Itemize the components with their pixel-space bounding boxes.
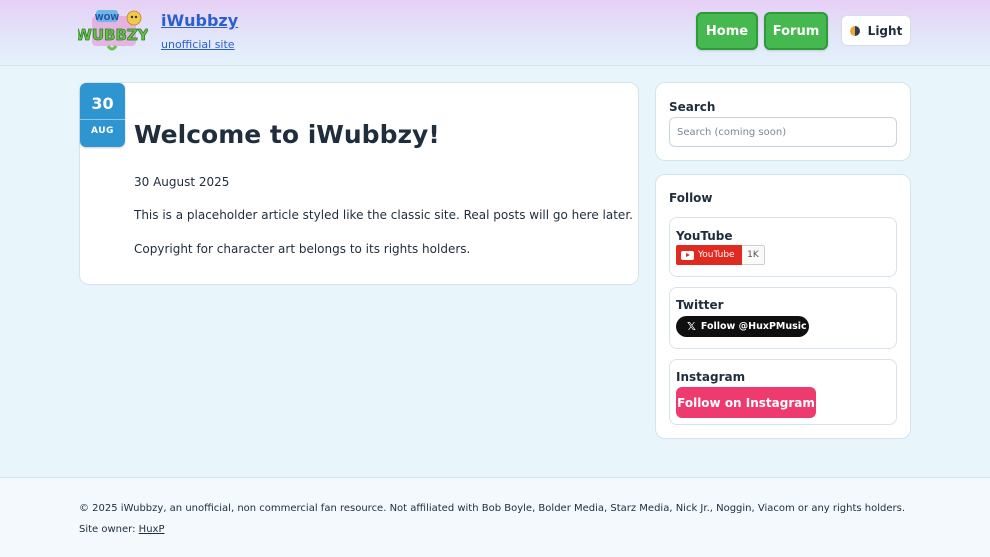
footer-owner-label: Site owner:: [79, 524, 136, 535]
youtube-subscriber-count: 1K: [742, 245, 765, 265]
site-footer: © 2025 iWubbzy, an unofficial, non comme…: [0, 477, 990, 557]
footer-owner: Site owner: HuxP: [79, 524, 164, 535]
article-title: Welcome to iWubbzy!: [134, 120, 440, 149]
search-heading: Search: [669, 100, 716, 114]
nav-home-button[interactable]: Home: [696, 12, 758, 50]
twitter-follow-button[interactable]: 𝕏 Follow @HuxPMusic: [676, 316, 809, 337]
theme-toggle-label: Light: [867, 23, 903, 38]
wubbzy-logo-icon[interactable]: WOW WUBBZY: [75, 8, 150, 54]
nav-forum-button[interactable]: Forum: [764, 12, 828, 50]
twitter-title: Twitter: [676, 298, 724, 312]
search-input[interactable]: [669, 117, 897, 147]
youtube-button-main[interactable]: YouTube: [676, 245, 742, 265]
youtube-play-icon: [681, 250, 694, 260]
article-paragraph: This is a placeholder article styled lik…: [134, 208, 633, 222]
date-badge: 30 AUG: [80, 83, 125, 147]
site-header: WOW WUBBZY iWubbzy unofficial site Home …: [0, 0, 990, 66]
youtube-button-label: YouTube: [698, 250, 735, 260]
youtube-title: YouTube: [676, 229, 733, 243]
theme-toggle-button[interactable]: Light: [841, 15, 911, 46]
instagram-title: Instagram: [676, 370, 746, 384]
follow-heading: Follow: [669, 191, 713, 205]
date-month: AUG: [91, 126, 114, 136]
svg-text:WOW: WOW: [95, 13, 120, 22]
youtube-subscribe-button[interactable]: YouTube 1K: [676, 245, 765, 265]
twitter-button-label: Follow @HuxPMusic: [700, 321, 807, 332]
site-subtitle-link[interactable]: unofficial site: [161, 38, 235, 51]
site-title-link[interactable]: iWubbzy: [161, 11, 238, 30]
x-logo-icon: 𝕏: [687, 320, 696, 333]
instagram-follow-button[interactable]: Follow on Instagram: [676, 387, 816, 418]
article-date: 30 August 2025: [134, 175, 230, 189]
half-moon-icon: [849, 25, 860, 36]
svg-text:WUBBZY: WUBBZY: [78, 26, 148, 44]
footer-copyright: © 2025 iWubbzy, an unofficial, non comme…: [79, 503, 906, 514]
article-paragraph: Copyright for character art belongs to i…: [134, 242, 471, 256]
date-divider: [80, 119, 125, 120]
footer-owner-link[interactable]: HuxP: [139, 524, 165, 535]
date-day: 30: [91, 94, 114, 113]
